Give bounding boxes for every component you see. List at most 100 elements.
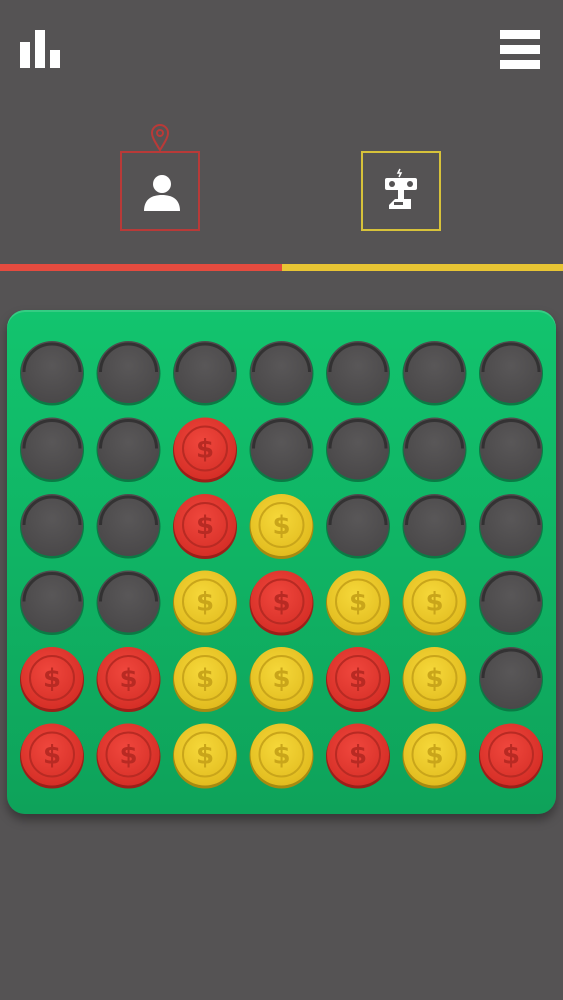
board-cell[interactable]	[326, 341, 390, 406]
board-cell[interactable]	[326, 494, 390, 559]
coin-symbol: $	[425, 664, 443, 694]
board-cell[interactable]: $	[173, 494, 237, 559]
board-cell[interactable]: $	[249, 723, 314, 789]
empty-slot[interactable]	[327, 494, 389, 556]
coin-symbol: $	[196, 511, 214, 541]
coin-symbol: $	[119, 664, 137, 694]
board-cell[interactable]	[479, 647, 543, 712]
empty-slot[interactable]	[21, 494, 83, 556]
coin-symbol: $	[196, 664, 214, 694]
score-bar-yellow	[281, 264, 563, 271]
empty-slot[interactable]	[327, 417, 389, 480]
board-cell[interactable]: $	[249, 647, 314, 712]
bar-chart-icon	[20, 30, 60, 68]
coin-symbol: $	[43, 741, 61, 771]
stats-button[interactable]	[18, 30, 66, 70]
board-cell[interactable]	[402, 494, 467, 559]
board-cell[interactable]: $	[249, 570, 314, 636]
board-cell[interactable]: $	[173, 723, 237, 789]
empty-slot[interactable]	[21, 341, 83, 403]
board-cell[interactable]	[20, 417, 84, 483]
board-cell[interactable]	[96, 417, 161, 483]
board-cell[interactable]	[402, 341, 467, 406]
empty-slot[interactable]	[403, 417, 466, 480]
empty-slot[interactable]	[480, 647, 542, 709]
board-cell[interactable]: $	[20, 647, 84, 712]
board-cell[interactable]	[249, 417, 314, 483]
board-cell[interactable]	[326, 417, 390, 483]
board-cell[interactable]: $	[326, 570, 390, 636]
player-human-box[interactable]	[120, 151, 200, 231]
coin-symbol: $	[272, 588, 290, 618]
empty-slot[interactable]	[480, 494, 542, 556]
robot-icon	[385, 168, 417, 209]
player-robot-box[interactable]	[361, 151, 441, 231]
board-cell[interactable]	[20, 494, 84, 559]
empty-slot[interactable]	[480, 341, 542, 403]
empty-slot[interactable]	[21, 417, 83, 480]
user-icon	[144, 175, 180, 211]
empty-slot[interactable]	[97, 494, 160, 556]
empty-slot[interactable]	[480, 417, 542, 480]
board-cell[interactable]: $	[20, 723, 84, 789]
score-bar-red	[0, 264, 282, 271]
coin-symbol: $	[196, 588, 214, 618]
empty-slot[interactable]	[21, 570, 83, 633]
empty-slot[interactable]	[250, 341, 313, 403]
board-cell[interactable]: $	[96, 647, 161, 712]
game-board[interactable]: $ $ $ $ $ $ $ $ $ $ $ $ $ $ $ $ $ $ $ $	[7, 310, 556, 814]
coin-symbol: $	[272, 511, 290, 541]
game-screen: $ $ $ $ $ $ $ $ $ $ $ $ $ $ $ $ $ $ $ $	[0, 0, 563, 1000]
empty-slot[interactable]	[97, 341, 160, 403]
board-cell[interactable]: $	[173, 417, 237, 483]
coin-symbol: $	[425, 588, 443, 618]
empty-slot[interactable]	[480, 570, 542, 633]
board-cell[interactable]: $	[402, 723, 467, 789]
board-cell[interactable]	[96, 494, 161, 559]
empty-slot[interactable]	[403, 341, 466, 403]
board-cell[interactable]	[479, 417, 543, 483]
coin-symbol: $	[349, 664, 367, 694]
empty-slot[interactable]	[97, 417, 160, 480]
board-cell[interactable]: $	[326, 647, 390, 712]
location-pin-icon	[150, 124, 170, 152]
coin-symbol: $	[425, 741, 443, 771]
coin-symbol: $	[502, 741, 520, 771]
board-cell[interactable]	[479, 341, 543, 406]
board-cell[interactable]	[20, 570, 84, 636]
empty-slot[interactable]	[250, 417, 313, 480]
coin-symbol: $	[196, 435, 214, 465]
board-cell[interactable]: $	[402, 570, 467, 636]
coin-symbol: $	[272, 741, 290, 771]
empty-slot[interactable]	[403, 494, 466, 556]
turn-indicator	[149, 122, 171, 152]
empty-slot[interactable]	[327, 341, 389, 403]
coin-symbol: $	[43, 664, 61, 694]
board-cell[interactable]: $	[402, 647, 467, 712]
coin-symbol: $	[119, 741, 137, 771]
board-cell[interactable]: $	[479, 723, 543, 789]
board-cell[interactable]	[20, 341, 84, 406]
board-grid: $ $ $ $ $ $ $ $ $ $ $ $ $ $ $ $ $ $ $ $	[20, 341, 543, 789]
menu-button[interactable]	[500, 30, 542, 70]
board-cell[interactable]: $	[173, 570, 237, 636]
coin-symbol: $	[196, 741, 214, 771]
empty-slot[interactable]	[174, 341, 236, 403]
coin-symbol: $	[349, 588, 367, 618]
board-cell[interactable]: $	[249, 494, 314, 559]
empty-slot[interactable]	[97, 570, 160, 633]
board-cell[interactable]: $	[96, 723, 161, 789]
board-cell[interactable]	[249, 341, 314, 406]
board-cell[interactable]	[479, 570, 543, 636]
board-cell[interactable]	[402, 417, 467, 483]
coin-symbol: $	[349, 741, 367, 771]
board-cell[interactable]: $	[326, 723, 390, 789]
coin-symbol: $	[272, 664, 290, 694]
board-cell[interactable]	[96, 570, 161, 636]
score-bar	[0, 264, 563, 271]
board-cell[interactable]: $	[173, 647, 237, 712]
board-cell[interactable]	[479, 494, 543, 559]
board-cell[interactable]	[173, 341, 237, 406]
hamburger-menu-icon	[500, 30, 540, 69]
board-cell[interactable]	[96, 341, 161, 406]
